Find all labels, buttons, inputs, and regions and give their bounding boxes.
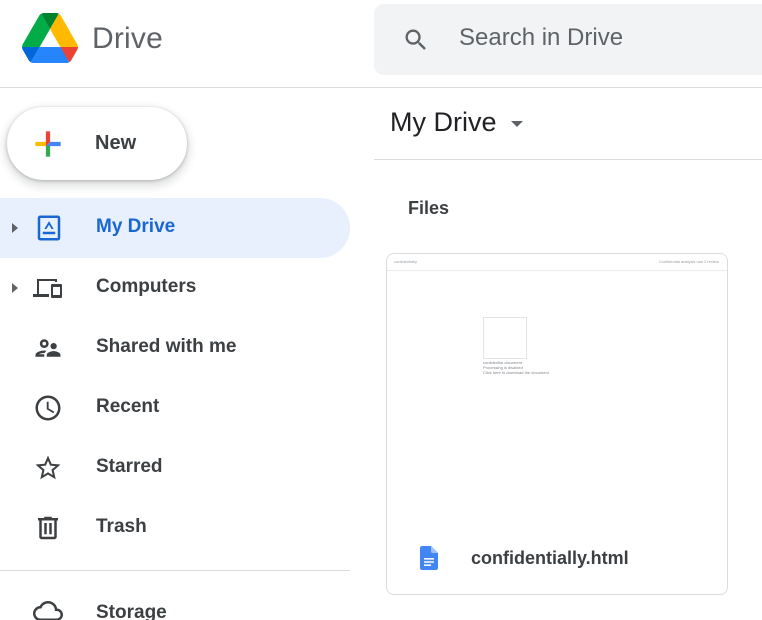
search-box[interactable] [374,4,762,75]
thumbnail-header-left: confidentially [394,259,418,264]
sidebar-divider [0,570,350,571]
sidebar-item-recent[interactable]: Recent [0,378,350,438]
star-icon [35,455,61,480]
trash-icon [38,516,58,540]
search-input[interactable] [459,24,749,52]
sidebar-item-label: My Drive [96,216,176,237]
top-bar: Drive [0,0,762,88]
section-title-files: Files [408,198,450,218]
sidebar-item-label: Storage [96,602,167,620]
expand-caret-icon[interactable] [10,220,20,236]
file-card[interactable]: confidentially Confidential analysis use… [386,253,728,595]
file-name[interactable]: confidentially.html [471,548,629,569]
sidebar-item-label: Trash [96,516,147,537]
chevron-down-icon[interactable] [510,120,524,128]
thumbnail-text-line: Click here to download the document [483,370,549,375]
sidebar-item-label: Recent [96,396,160,417]
sidebar-item-shared-with-me[interactable]: Shared with me [0,318,350,378]
cloud-icon [33,601,63,620]
search-icon[interactable] [402,26,430,54]
file-footer[interactable]: confidentially.html [387,524,727,594]
expand-caret-icon[interactable] [10,280,20,296]
thumbnail-image-placeholder [483,317,527,359]
file-thumbnail[interactable]: confidentially Confidential analysis use… [387,254,727,524]
plus-icon [35,131,61,157]
sidebar-item-label: Shared with me [96,336,237,357]
thumbnail-divider [387,270,727,271]
shared-icon [35,339,61,357]
computers-icon [33,279,62,298]
google-docs-icon [420,546,438,570]
sidebar-item-starred[interactable]: Starred [0,438,350,498]
my-drive-icon [37,215,61,241]
sidebar-item-my-drive[interactable]: My Drive [0,198,350,258]
thumbnail-header-right: Confidential analysis use 2 review [658,259,719,264]
new-button[interactable]: New [7,107,187,180]
main-divider [374,159,762,160]
sidebar-item-computers[interactable]: Computers [0,258,350,318]
sidebar-item-trash[interactable]: Trash [0,498,350,558]
drive-logo[interactable] [22,13,78,63]
sidebar-item-label: Computers [96,276,197,297]
breadcrumb[interactable]: My Drive [390,107,497,138]
new-button-label: New [95,132,137,154]
sidebar-item-label: Starred [96,456,163,477]
clock-icon [35,395,61,421]
app-title: Drive [92,22,164,55]
sidebar-item-storage[interactable]: Storage [0,584,350,620]
